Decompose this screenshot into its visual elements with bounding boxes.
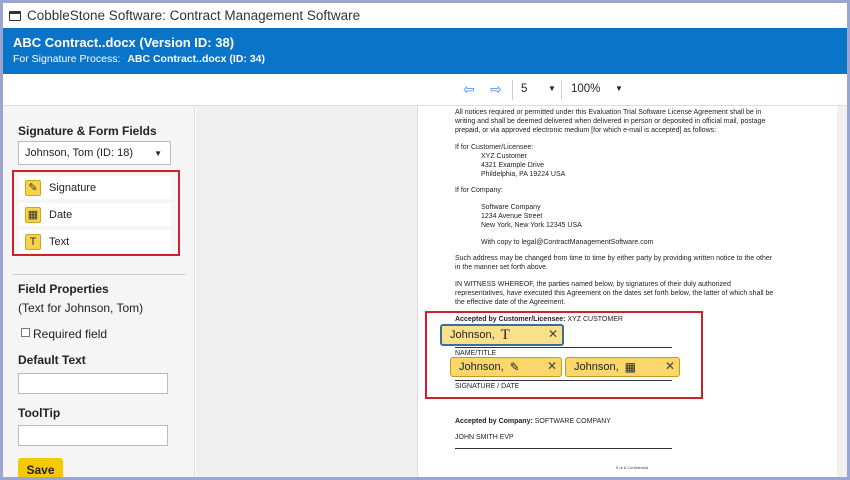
signature-process-line: For Signature Process: ABC Contract..doc… <box>13 53 847 65</box>
required-field-label: Required field <box>33 327 108 341</box>
accepted-company-label: Accepted by Company: <box>455 418 533 425</box>
previous-page-icon[interactable]: ⇦ <box>462 82 476 96</box>
calendar-icon: ▦ <box>624 360 636 374</box>
doc-line: All notices required or permitted under … <box>455 109 762 116</box>
document-header: ABC Contract..docx (Version ID: 38) For … <box>3 28 847 74</box>
sidebar-divider <box>12 274 186 275</box>
document-viewer: All notices required or permitted under … <box>196 106 847 477</box>
doc-line: IN WITNESS WHEREOF, the parties named be… <box>455 281 731 288</box>
doc-line: Phildelphia, PA 19224 USA <box>481 171 566 178</box>
field-item-label: Signature <box>49 181 97 194</box>
signature-process-value: ABC Contract..docx (ID: 34) <box>127 53 265 65</box>
document-title: ABC Contract..docx (Version ID: 38) <box>13 35 235 50</box>
accepted-company-value: SOFTWARE COMPANY <box>534 418 611 425</box>
doc-line: in the manner set forth above. <box>455 264 548 271</box>
signature-line <box>455 448 672 449</box>
pen-icon: ✎ <box>509 360 520 374</box>
placed-date-field[interactable]: Johnson, ▦ ✕ <box>565 357 680 377</box>
field-properties-subtitle: (Text for Johnson, Tom) <box>18 301 144 315</box>
default-text-label: Default Text <box>18 353 86 367</box>
close-icon[interactable]: ✕ <box>665 359 675 373</box>
page-number-select[interactable]: 5 <box>521 83 527 95</box>
page-footer: 5 of 6 Confidential <box>616 465 649 470</box>
chevron-down-icon[interactable]: ▼ <box>548 84 556 93</box>
title-bar: CobbleStone Software: Contract Managemen… <box>3 3 847 28</box>
doc-line: representatives, have executed this Agre… <box>455 290 774 297</box>
doc-line: Software Company <box>481 204 541 211</box>
toolbar-divider <box>561 80 562 100</box>
toolbar-divider <box>512 80 513 100</box>
signer-select-value: Johnson, Tom (ID: 18) <box>25 147 134 159</box>
tooltip-input[interactable] <box>18 425 168 446</box>
chevron-down-icon: ▼ <box>154 149 162 158</box>
doc-line: If for Customer/Licensee: <box>455 144 534 151</box>
calendar-icon: ▦ <box>25 206 41 223</box>
field-item-signature[interactable]: ✎ Signature <box>19 176 171 199</box>
doc-line: New York, New York 12345 USA <box>481 222 582 229</box>
doc-line: Such address may be changed from time to… <box>455 255 773 262</box>
text-cursor-icon: T <box>500 326 510 343</box>
field-item-label: Date <box>49 208 73 221</box>
field-palette-highlight: ✎ Signature ▦ Date T Text <box>12 170 180 256</box>
viewer-toolbar: ⇦ ⇨ 5 ▼ 100% ▼ <box>3 74 847 106</box>
screenshot-frame: CobbleStone Software: Contract Managemen… <box>0 0 850 480</box>
doc-line: prepaid, or via approved electronic medi… <box>455 127 717 134</box>
zoom-select[interactable]: 100% <box>571 83 600 95</box>
accepted-company-line: Accepted by Company: SOFTWARE COMPANY <box>455 417 611 426</box>
field-properties-heading: Field Properties <box>18 282 109 296</box>
doc-line: With copy to legal@ContractManagementSof… <box>481 239 654 246</box>
next-page-icon[interactable]: ⇨ <box>489 82 503 96</box>
company-signer: JOHN SMITH EVP <box>455 434 514 441</box>
signature-process-label: For Signature Process: <box>13 53 121 65</box>
window-icon <box>9 10 21 21</box>
close-icon[interactable]: ✕ <box>548 327 558 341</box>
app-window: CobbleStone Software: Contract Managemen… <box>3 3 847 477</box>
placed-text-field-value: Johnson, <box>450 329 495 341</box>
chevron-down-icon[interactable]: ▼ <box>615 84 623 93</box>
fields-sidebar: Signature & Form Fields Johnson, Tom (ID… <box>3 106 195 477</box>
doc-line: 4321 Example Drive <box>481 162 545 169</box>
doc-line: XYZ Customer <box>481 153 527 160</box>
fields-heading: Signature & Form Fields <box>18 124 157 138</box>
doc-line: If for Company: <box>455 187 503 194</box>
required-field-checkbox[interactable] <box>21 328 30 337</box>
field-item-label: Text <box>49 235 70 248</box>
placed-signature-field[interactable]: Johnson, ✎ ✕ <box>450 357 562 377</box>
field-item-text[interactable]: T Text <box>19 230 171 253</box>
field-item-date[interactable]: ▦ Date <box>19 203 171 226</box>
close-icon[interactable]: ✕ <box>547 359 557 373</box>
save-button[interactable]: Save <box>18 458 63 477</box>
placed-text-field[interactable]: Johnson, T ✕ <box>440 324 564 346</box>
doc-line: the effective date of the Agreement. <box>455 299 566 306</box>
signer-select[interactable]: Johnson, Tom (ID: 18) ▼ <box>18 141 171 165</box>
text-cursor-icon: T <box>25 233 41 250</box>
pen-icon: ✎ <box>25 179 41 196</box>
default-text-input[interactable] <box>18 373 168 394</box>
doc-line: 1234 Avenue Street <box>481 213 543 220</box>
window-title: CobbleStone Software: Contract Managemen… <box>27 8 361 23</box>
document-page: All notices required or permitted under … <box>417 106 837 477</box>
tooltip-label: ToolTip <box>18 406 61 420</box>
placed-date-field-value: Johnson, <box>574 361 619 373</box>
placed-signature-field-value: Johnson, <box>459 361 504 373</box>
doc-line: writing and shall be deemed delivered wh… <box>455 118 766 125</box>
